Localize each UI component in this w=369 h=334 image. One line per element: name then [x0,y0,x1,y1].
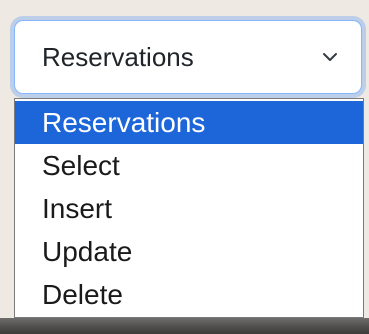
option-reservations[interactable]: Reservations [15,101,363,144]
select-dropdown-list: Reservations Select Insert Update Delete [14,98,364,318]
select-current-value: Reservations [42,41,194,72]
option-update[interactable]: Update [15,230,363,273]
chevron-down-icon [321,48,339,66]
option-select[interactable]: Select [15,144,363,187]
option-delete[interactable]: Delete [15,273,363,316]
option-insert[interactable]: Insert [15,187,363,230]
operation-select[interactable]: Reservations [14,20,362,94]
background-shadow [0,318,369,334]
